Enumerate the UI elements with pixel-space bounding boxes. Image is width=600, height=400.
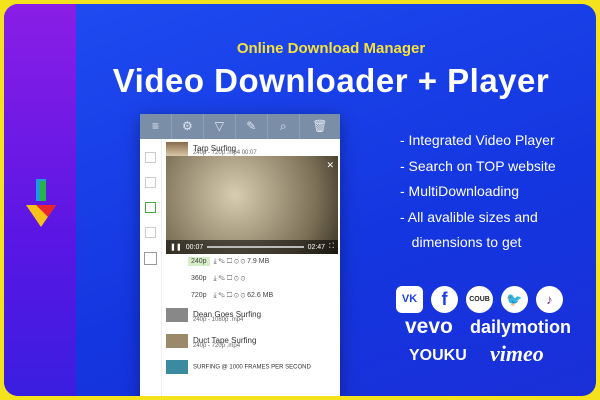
feature-item: - MultiDownloading	[400, 183, 520, 199]
thumbnail	[166, 142, 188, 156]
thumbnail	[166, 334, 188, 348]
item-meta: 240p - 720p .mp4	[193, 343, 241, 349]
search-icon[interactable]: ⌕	[268, 114, 300, 139]
menu-icon[interactable]: ≡	[140, 114, 172, 139]
sidebar-icon[interactable]	[145, 177, 156, 188]
list-item[interactable]: Dean Goes Surfing 240p - 1080p .mp4	[166, 308, 334, 323]
settings-icon[interactable]: ⚙	[172, 114, 204, 139]
file-size: 7.9 MB	[247, 258, 270, 265]
app-window: ≡ ⚙ ▽ ✎ ⌕ 🗑 Tarp Surfing 240p - 720p .mp…	[140, 114, 340, 396]
edit-icon[interactable]: ✎	[236, 114, 268, 139]
dailymotion-logo: dailymotion	[470, 317, 572, 337]
quality-label: 240p	[188, 257, 210, 266]
feature-item: - Integrated Video Player	[400, 132, 555, 148]
trash-icon[interactable]: 🗑	[300, 114, 340, 139]
quality-label: 720p	[191, 292, 207, 299]
fullscreen-icon[interactable]: ⛶	[329, 243, 334, 251]
social-icons: VK f COUB 🐦 ♪	[396, 286, 563, 313]
quality-row[interactable]: 240p ⤓ ✎ ☐ ⊙ ⊙ 7.9 MB	[188, 257, 270, 266]
twitter-icon: 🐦	[501, 286, 528, 313]
feature-item: dimensions to get	[400, 234, 522, 250]
list-item[interactable]: Tarp Surfing 240p - 720p .mp4 00:07	[166, 142, 334, 156]
filter-icon[interactable]: ▽	[204, 114, 236, 139]
quality-row[interactable]: 720p ⤓ ✎ ☐ ⊙ ⊙ 62.6 MB	[188, 292, 273, 300]
sidebar	[140, 139, 162, 396]
page-title: Video Downloader + Player	[112, 62, 550, 99]
toolbar: ≡ ⚙ ▽ ✎ ⌕ 🗑	[140, 114, 340, 139]
quality-label: 360p	[191, 275, 207, 282]
list-item[interactable]: Duct Tape Surfing 240p - 720p .mp4	[166, 334, 334, 349]
promo-banner: Online Download Manager Video Downloader…	[4, 4, 596, 396]
list-item[interactable]: SURFING @ 1000 FRAMES PER SECOND	[166, 360, 334, 374]
video-player[interactable]: ✕ ❚❚ 00:07 02:47 ⛶	[166, 156, 338, 254]
app-logo-icon	[26, 179, 56, 227]
close-icon[interactable]: ✕	[326, 160, 334, 171]
file-size: 62.6 MB	[247, 292, 274, 299]
feature-item: - All avalible sizes and	[400, 208, 538, 225]
item-title: SURFING @ 1000 FRAMES PER SECOND	[193, 364, 311, 371]
pause-icon[interactable]: ❚❚	[170, 243, 182, 251]
thumbnail	[166, 308, 188, 322]
seek-bar[interactable]	[207, 246, 304, 248]
thumbnail	[166, 360, 188, 374]
feature-list: - Integrated Video Player - Search on TO…	[400, 128, 556, 256]
coub-icon: COUB	[466, 286, 493, 313]
checkbox[interactable]	[144, 252, 157, 265]
item-meta: 240p - 1080p .mp4	[193, 317, 244, 323]
quality-row[interactable]: 360p ⤓ ✎ ☐ ⊙ ⊙	[188, 275, 245, 283]
vimeo-logo: vimeo	[490, 341, 544, 366]
sidebar-icon[interactable]	[145, 227, 156, 238]
facebook-icon: f	[431, 286, 458, 313]
vk-icon: VK	[396, 286, 423, 313]
subtitle: Online Download Manager	[236, 40, 426, 57]
youku-logo: YOUKU	[409, 347, 467, 364]
vevo-logo: vevo	[405, 315, 453, 338]
feature-item: - Search on TOP website	[400, 157, 556, 174]
player-controls: ❚❚ 00:07 02:47 ⛶	[166, 240, 338, 254]
tiktok-icon: ♪	[536, 286, 563, 313]
sidebar-icon[interactable]	[145, 152, 156, 163]
duration: 02:47	[307, 243, 326, 251]
sidebar-icon[interactable]	[145, 202, 156, 213]
current-time: 00:07	[185, 243, 204, 251]
